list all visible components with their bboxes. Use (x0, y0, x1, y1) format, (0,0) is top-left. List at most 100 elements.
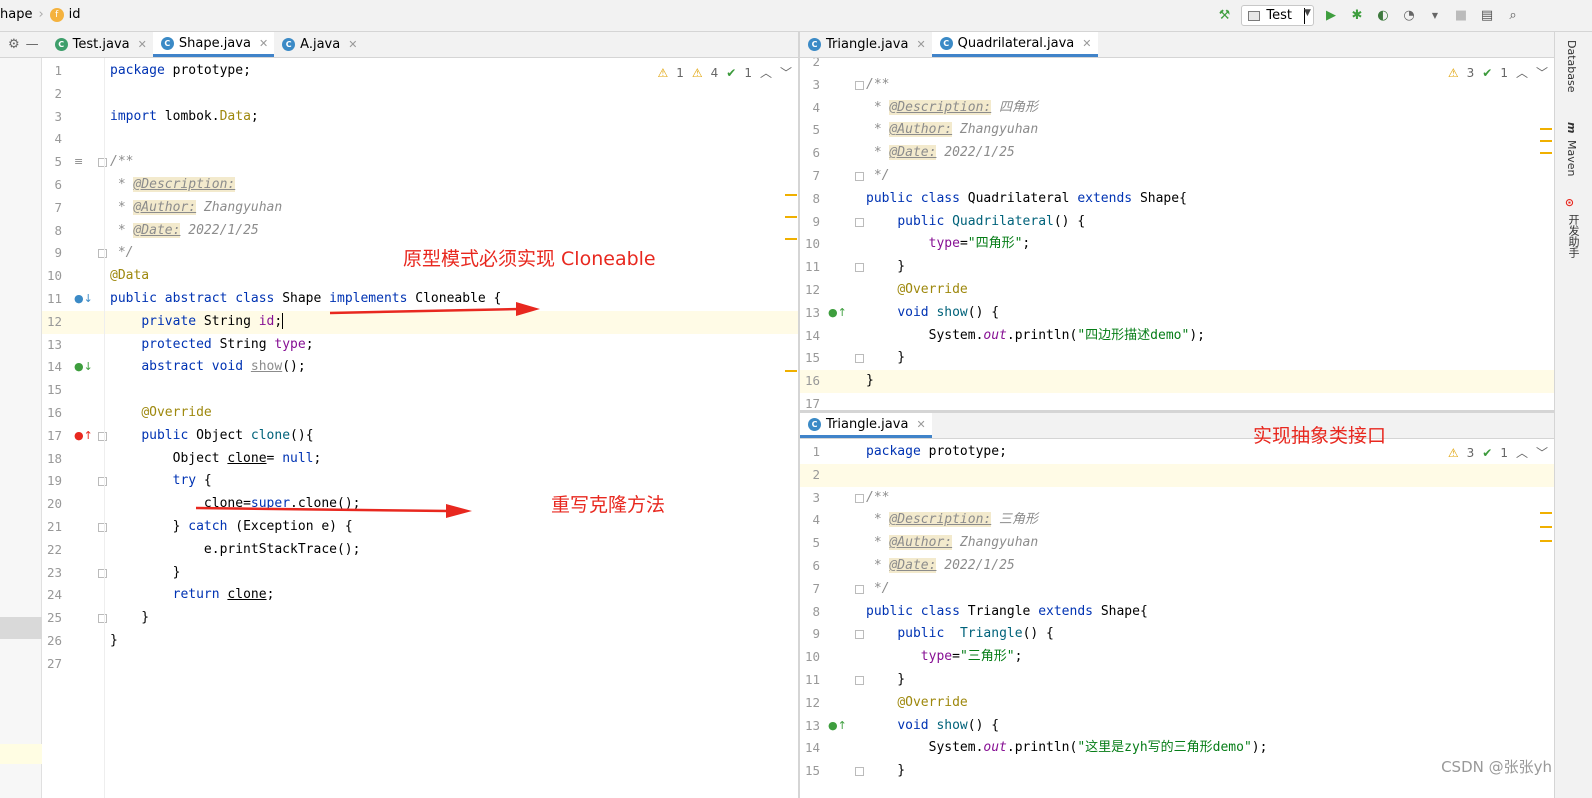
code-text[interactable]: @Override (866, 692, 967, 715)
code-line[interactable]: 19 try { (42, 470, 798, 493)
run-configuration-select[interactable]: Test ▼ (1241, 5, 1314, 26)
line-number[interactable]: 14 (800, 325, 820, 348)
javadoc-render-icon[interactable]: ≡ (74, 155, 83, 168)
code-text[interactable]: Object clone= null; (110, 448, 322, 471)
stop-icon[interactable]: ■ (1452, 7, 1470, 25)
line-number[interactable]: 2 (800, 58, 820, 74)
tab-test-java[interactable]: C Test.java ✕ (47, 32, 153, 57)
line-number[interactable]: 2 (42, 83, 62, 106)
warning-marker[interactable] (785, 370, 797, 372)
code-line[interactable]: 5 * @Author: Zhangyuhan (800, 532, 1554, 555)
line-number[interactable]: 13 (800, 715, 820, 738)
code-line[interactable]: 8 * @Date: 2022/1/25 (42, 220, 798, 243)
code-text[interactable]: @Override (866, 279, 967, 302)
code-line[interactable]: 27 (42, 653, 798, 676)
line-number[interactable]: 10 (42, 265, 62, 288)
fold-marker[interactable] (98, 568, 107, 578)
code-text[interactable]: return clone; (110, 584, 275, 607)
code-line[interactable]: 6 * @Date: 2022/1/25 (800, 142, 1554, 165)
code-text[interactable]: } (866, 347, 905, 370)
project-structure-icon[interactable]: ▤ (1478, 7, 1496, 25)
code-line[interactable]: 4 (42, 128, 798, 151)
code-text[interactable]: } (866, 256, 905, 279)
code-text[interactable]: } (110, 562, 181, 585)
code-line[interactable]: 3 /** (800, 74, 1554, 97)
overrides-icon[interactable]: ●↑ (828, 719, 847, 732)
line-number[interactable]: 6 (800, 142, 820, 165)
warning-marker[interactable] (1540, 152, 1552, 154)
line-number[interactable]: 20 (42, 493, 62, 516)
code-text[interactable]: * @Description: 三角形 (866, 509, 1038, 532)
code-text[interactable]: package prototype; (866, 441, 1007, 464)
code-line[interactable]: 18 Object clone= null; (42, 448, 798, 471)
editor-shape-java[interactable]: ⚠ 1 ⚠ 4 ✔ 1 ︿ ﹀ 1 package prototype; 2 3 import… (42, 58, 798, 798)
overrides-icon[interactable]: ●↑ (828, 306, 847, 319)
code-line[interactable]: 26} (42, 630, 798, 653)
line-number[interactable]: 8 (42, 220, 62, 243)
warning-marker[interactable] (1540, 512, 1552, 514)
line-number[interactable]: 8 (800, 601, 820, 624)
chevron-down-icon[interactable]: ▼ (1426, 7, 1444, 25)
code-line[interactable]: 4 * @Description: 四角形 (800, 97, 1554, 120)
line-number[interactable]: 11 (800, 256, 820, 279)
close-icon[interactable]: ✕ (259, 37, 268, 50)
line-number[interactable]: 9 (800, 211, 820, 234)
fold-marker[interactable] (98, 431, 107, 441)
line-number[interactable]: 7 (800, 165, 820, 188)
code-line[interactable]: 11 } (800, 256, 1554, 279)
code-line[interactable]: 17 (800, 393, 1554, 410)
tab-triangle-java[interactable]: C Triangle.java ✕ (800, 413, 932, 438)
code-text[interactable]: System.out.println("这里是zyh写的三角形demo"); (866, 737, 1268, 760)
database-tool-button[interactable]: Database (1565, 40, 1578, 93)
line-number[interactable]: 12 (42, 311, 62, 334)
code-text[interactable]: /** (866, 487, 889, 510)
line-number[interactable]: 11 (800, 669, 820, 692)
close-icon[interactable]: ✕ (916, 418, 925, 431)
code-text[interactable]: public Object clone(){ (110, 425, 313, 448)
code-line[interactable]: 24 return clone; (42, 584, 798, 607)
code-text[interactable]: * @Date: 2022/1/25 (866, 555, 1015, 578)
line-number[interactable]: 2 (800, 464, 820, 487)
code-text[interactable]: type="三角形"; (866, 646, 1023, 669)
fold-marker[interactable] (855, 263, 864, 273)
line-number[interactable]: 4 (42, 128, 62, 151)
implemented-icon[interactable]: ●↓ (74, 292, 93, 305)
code-line[interactable]: 7 */ (800, 165, 1554, 188)
fold-marker[interactable] (855, 354, 864, 364)
line-number[interactable]: 9 (42, 242, 62, 265)
code-line[interactable]: 3 /** (800, 487, 1554, 510)
fold-marker[interactable] (855, 80, 864, 90)
code-text[interactable]: * @Author: Zhangyuhan (866, 532, 1038, 555)
line-number[interactable]: 7 (800, 578, 820, 601)
code-text[interactable]: @Override (110, 402, 211, 425)
profile-icon[interactable]: ◔ (1400, 7, 1418, 25)
code-text[interactable]: */ (110, 242, 134, 265)
code-line[interactable]: 7 * @Author: Zhangyuhan (42, 197, 798, 220)
line-number[interactable]: 1 (42, 60, 62, 83)
code-line[interactable]: 3 import lombok.Data; (42, 106, 798, 129)
run-icon[interactable]: ▶ (1322, 7, 1340, 25)
line-number[interactable]: 13 (800, 302, 820, 325)
line-number[interactable]: 24 (42, 584, 62, 607)
close-icon[interactable]: ✕ (916, 38, 925, 51)
line-number[interactable]: 15 (42, 379, 62, 402)
fold-marker[interactable] (98, 158, 107, 168)
code-text[interactable]: abstract void show(); (110, 356, 305, 379)
warning-marker[interactable] (785, 216, 797, 218)
code-text[interactable]: package prototype; (110, 60, 251, 83)
line-number[interactable]: 14 (800, 737, 820, 760)
code-text[interactable]: public Quadrilateral() { (866, 211, 1085, 234)
code-line[interactable]: 2 (800, 463, 1554, 487)
line-number[interactable]: 9 (800, 623, 820, 646)
code-line[interactable]: 7 */ (800, 578, 1554, 601)
code-line[interactable]: 11 } (800, 669, 1554, 692)
code-line[interactable]: 14 abstract void show(); ●↓ (42, 356, 798, 379)
code-text[interactable]: /** (866, 74, 889, 97)
tab-triangle-java[interactable]: C Triangle.java ✕ (800, 32, 932, 57)
code-line[interactable]: 15 (42, 379, 798, 402)
line-number[interactable]: 11 (42, 288, 62, 311)
code-line[interactable]: 5 /** ≡ (42, 151, 798, 174)
fold-marker[interactable] (855, 767, 864, 777)
line-number[interactable]: 18 (42, 448, 62, 471)
line-number[interactable]: 3 (800, 74, 820, 97)
